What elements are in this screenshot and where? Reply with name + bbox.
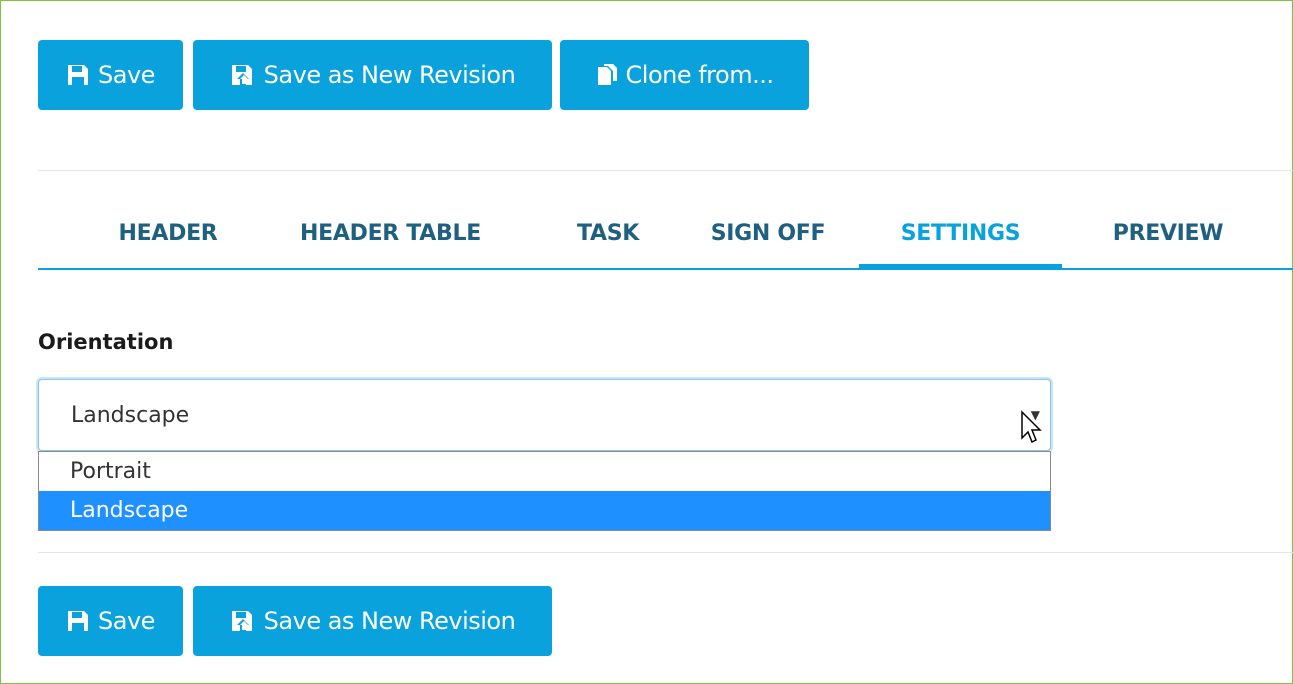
clone-from-button[interactable]: Clone from... — [560, 40, 809, 110]
copy-document-icon — [596, 63, 618, 87]
orientation-select-value: Landscape — [71, 402, 190, 428]
divider — [38, 170, 1293, 171]
mouse-pointer-icon — [1020, 410, 1042, 448]
floppy-disk-icon — [66, 609, 90, 633]
save-button-bottom[interactable]: Save — [38, 586, 183, 656]
clone-from-label: Clone from... — [625, 61, 774, 89]
tab-bar: HEADER HEADER TABLE TASK SIGN OFF SETTIN… — [38, 196, 1293, 271]
floppy-disk-icon — [66, 63, 90, 87]
tab-preview[interactable]: PREVIEW — [1088, 196, 1248, 271]
save-as-new-revision-label: Save as New Revision — [263, 61, 516, 89]
floppy-disk-upload-icon — [230, 63, 256, 87]
tab-header-table[interactable]: HEADER TABLE — [283, 196, 498, 271]
divider — [38, 552, 1293, 553]
save-as-new-revision-button-bottom[interactable]: Save as New Revision — [193, 586, 552, 656]
orientation-label: Orientation — [38, 330, 174, 354]
active-tab-indicator — [859, 264, 1062, 270]
tab-settings[interactable]: SETTINGS — [859, 196, 1062, 271]
tab-header[interactable]: HEADER — [88, 196, 248, 271]
save-as-new-revision-button[interactable]: Save as New Revision — [193, 40, 552, 110]
orientation-select[interactable]: Landscape ▼ — [38, 379, 1051, 451]
orientation-dropdown: Portrait Landscape — [38, 451, 1051, 531]
save-button-label: Save — [98, 61, 155, 89]
save-as-new-revision-label: Save as New Revision — [263, 607, 516, 635]
tab-sign-off[interactable]: SIGN OFF — [693, 196, 843, 271]
option-portrait[interactable]: Portrait — [39, 452, 1050, 491]
tab-bar-underline — [38, 268, 1293, 270]
floppy-disk-upload-icon — [230, 609, 256, 633]
save-button-label: Save — [98, 607, 155, 635]
tab-task[interactable]: TASK — [548, 196, 668, 271]
option-landscape[interactable]: Landscape — [39, 491, 1050, 530]
save-button[interactable]: Save — [38, 40, 183, 110]
